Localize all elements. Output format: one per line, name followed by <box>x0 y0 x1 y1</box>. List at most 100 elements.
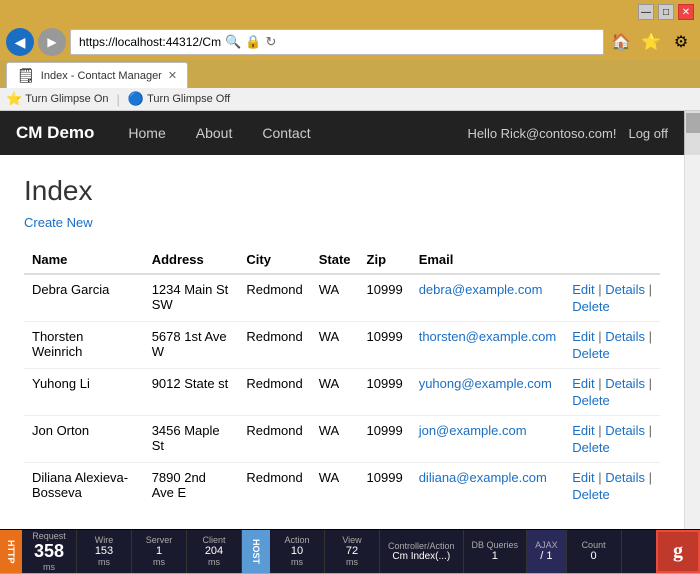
settings-button[interactable]: ⚙ <box>668 29 694 55</box>
app-header: CM Demo Home About Contact Hello Rick@co… <box>0 111 700 155</box>
ajax-value: / 1 <box>540 550 552 562</box>
action-label: Action <box>284 536 309 545</box>
controller-action-value: Cm Index(...) <box>392 551 450 562</box>
wire-value: 153 <box>95 545 113 557</box>
email-link[interactable]: thorsten@example.com <box>419 329 556 344</box>
email-link[interactable]: yuhong@example.com <box>419 376 552 391</box>
view-value: 72 <box>346 545 358 557</box>
request-label: Request <box>32 532 66 541</box>
details-link[interactable]: Details <box>605 423 645 438</box>
glimpse-ajax[interactable]: AJAX / 1 <box>527 530 567 573</box>
close-button[interactable]: ✕ <box>678 4 694 20</box>
request-value-row: 358 <box>34 541 64 562</box>
maximize-button[interactable]: □ <box>658 4 674 20</box>
edit-link[interactable]: Edit <box>572 282 594 297</box>
delete-link[interactable]: Delete <box>572 393 652 408</box>
brand[interactable]: CM Demo <box>16 123 94 143</box>
nav-home[interactable]: Home <box>114 113 179 153</box>
table-row: Diliana Alexieva-Bosseva 7890 2nd Ave E … <box>24 463 660 510</box>
delete-link[interactable]: Delete <box>572 487 652 502</box>
bookmark-glimpse-off[interactable]: 🔵 Turn Glimpse Off <box>128 91 230 107</box>
glimpse-count[interactable]: Count 0 <box>567 530 622 573</box>
create-new-link[interactable]: Create New <box>24 215 660 230</box>
glimpse-view[interactable]: View 72 ms <box>325 530 380 573</box>
cell-state: WA <box>311 463 359 510</box>
address-bar-icons: 🔍 🔒 ↻ <box>225 34 276 50</box>
cell-email: yuhong@example.com <box>411 369 564 416</box>
glimpse-action[interactable]: Action 10 ms <box>270 530 325 573</box>
address-bar[interactable]: https://localhost:44312/Cm 🔍 🔒 ↻ <box>70 29 604 55</box>
glimpse-client[interactable]: Client 204 ms <box>187 530 242 573</box>
bookmarks-bar: ⭐ Turn Glimpse On | 🔵 Turn Glimpse Off <box>0 88 700 111</box>
edit-link[interactable]: Edit <box>572 376 594 391</box>
cell-email: jon@example.com <box>411 416 564 463</box>
address-text: https://localhost:44312/Cm <box>79 35 221 49</box>
client-unit: ms <box>208 557 220 567</box>
cell-city: Redmond <box>238 369 310 416</box>
tab-favicon: 🗒 <box>17 67 35 84</box>
favorites-button[interactable]: ⭐ <box>638 29 664 55</box>
email-link[interactable]: diliana@example.com <box>419 470 547 485</box>
view-unit: ms <box>346 557 358 567</box>
glimpse-server[interactable]: Server 1 ms <box>132 530 187 573</box>
details-link[interactable]: Details <box>605 329 645 344</box>
cell-address: 5678 1st Ave W <box>144 322 239 369</box>
wire-unit: ms <box>98 557 110 567</box>
edit-link[interactable]: Edit <box>572 329 594 344</box>
action-links: Edit | Details | Delete <box>572 376 652 408</box>
details-link[interactable]: Details <box>605 470 645 485</box>
cell-state: WA <box>311 369 359 416</box>
cell-address: 3456 Maple St <box>144 416 239 463</box>
back-button[interactable]: ◀ <box>6 28 34 56</box>
glimpse-db-queries[interactable]: DB Queries 1 <box>464 530 528 573</box>
nav-about[interactable]: About <box>182 113 247 153</box>
logoff-link[interactable]: Log off <box>628 126 668 141</box>
email-link[interactable]: debra@example.com <box>419 282 543 297</box>
cell-address: 9012 State st <box>144 369 239 416</box>
cell-zip: 10999 <box>359 369 411 416</box>
edit-link[interactable]: Edit <box>572 470 594 485</box>
cell-city: Redmond <box>238 274 310 322</box>
separator: | <box>649 329 652 344</box>
glimpse-controller-action[interactable]: Controller/Action Cm Index(...) <box>380 530 464 573</box>
scrollbar[interactable] <box>684 111 700 155</box>
nav-contact[interactable]: Contact <box>248 113 324 153</box>
details-link[interactable]: Details <box>605 376 645 391</box>
email-link[interactable]: jon@example.com <box>419 423 527 438</box>
col-header-name: Name <box>24 246 144 274</box>
count-value: 0 <box>591 550 597 562</box>
scroll-thumb[interactable] <box>686 113 700 133</box>
glimpse-wire[interactable]: Wire 153 ms <box>77 530 132 573</box>
forward-button[interactable]: ▶ <box>38 28 66 56</box>
cell-name: Jon Orton <box>24 416 144 463</box>
ajax-label: AJAX <box>535 541 558 550</box>
cell-actions: Edit | Details | Delete <box>564 322 660 369</box>
home-button[interactable]: 🏠 <box>608 29 634 55</box>
page-title: Index <box>24 175 660 207</box>
glimpse-icon-button[interactable]: g <box>656 530 700 573</box>
col-header-actions <box>564 246 660 274</box>
content-scrollbar[interactable] <box>684 155 700 529</box>
controller-action-label: Controller/Action <box>388 542 455 551</box>
cell-name: Debra Garcia <box>24 274 144 322</box>
user-greeting: Hello Rick@contoso.com! <box>467 126 616 141</box>
refresh-icon[interactable]: ↻ <box>265 34 276 50</box>
minimize-button[interactable]: — <box>638 4 654 20</box>
details-link[interactable]: Details <box>605 282 645 297</box>
delete-link[interactable]: Delete <box>572 299 652 314</box>
glimpse-request[interactable]: Request 358 ms <box>22 530 77 573</box>
host-label: HOST <box>251 539 261 564</box>
edit-link[interactable]: Edit <box>572 423 594 438</box>
bookmark-glimpse-on[interactable]: ⭐ Turn Glimpse On <box>6 91 109 107</box>
active-tab[interactable]: 🗒 Index - Contact Manager ✕ <box>6 62 188 88</box>
view-label: View <box>342 536 361 545</box>
delete-link[interactable]: Delete <box>572 440 652 455</box>
bookmark-glimpse-off-label: Turn Glimpse Off <box>147 93 230 105</box>
tab-close-button[interactable]: ✕ <box>168 69 177 82</box>
action-links: Edit | Details | Delete <box>572 423 652 455</box>
cell-zip: 10999 <box>359 463 411 510</box>
search-icon[interactable]: 🔍 <box>225 34 241 50</box>
delete-link[interactable]: Delete <box>572 346 652 361</box>
tab-bar: 🗒 Index - Contact Manager ✕ <box>0 60 700 88</box>
cell-actions: Edit | Details | Delete <box>564 369 660 416</box>
